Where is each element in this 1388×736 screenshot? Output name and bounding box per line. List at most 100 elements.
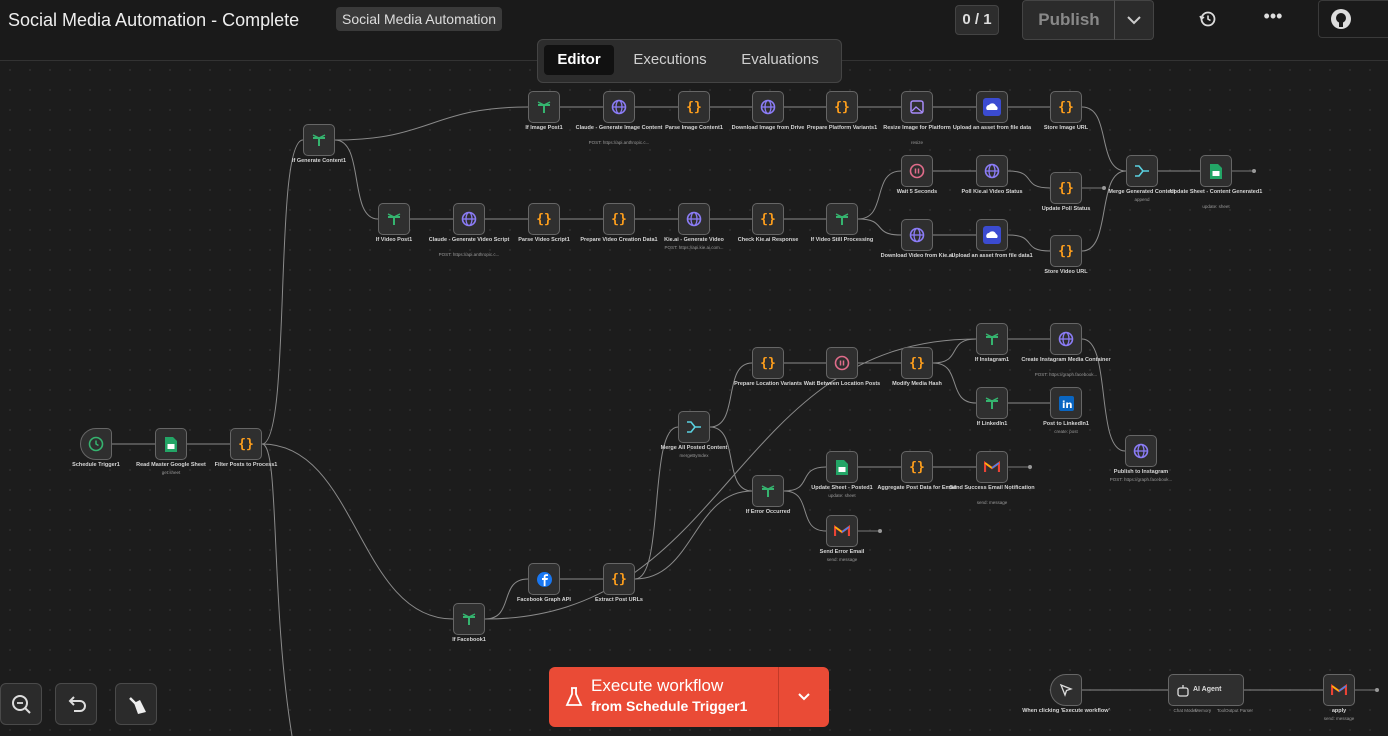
node-label: Create Instagram Media Container [1021, 357, 1111, 363]
node-manual-trigger[interactable] [1050, 674, 1082, 706]
undo-button[interactable] [55, 683, 97, 725]
node-store-video-url[interactable]: {} [1050, 235, 1082, 267]
node-if-error[interactable] [752, 475, 784, 507]
workflow-tag[interactable]: Social Media Automation [336, 7, 503, 31]
node-label: If Video Still Processing [810, 237, 874, 243]
node-subtitle: send: message [1323, 716, 1355, 721]
node-send-success[interactable] [976, 451, 1008, 483]
github-icon [1331, 9, 1351, 29]
if-icon [827, 204, 857, 234]
node-parse-video[interactable]: {} [528, 203, 560, 235]
http-icon [679, 204, 709, 234]
http-icon [454, 204, 484, 234]
node-subtitle: send: message [826, 557, 858, 562]
if-icon [753, 476, 783, 506]
node-label: When clicking 'Execute workflow' [1022, 708, 1110, 714]
node-update-sheet-generated[interactable] [1200, 155, 1232, 187]
node-claude-image[interactable] [603, 91, 635, 123]
node-upload-asset-1[interactable] [976, 91, 1008, 123]
node-merge-posted[interactable] [678, 411, 710, 443]
node-upload-asset-2[interactable] [976, 219, 1008, 251]
node-send-error[interactable] [826, 515, 858, 547]
node-if-video-processing[interactable] [826, 203, 858, 235]
node-apply[interactable] [1323, 674, 1355, 706]
node-wait-between[interactable] [826, 347, 858, 379]
node-download-image[interactable] [752, 91, 784, 123]
node-label: Store Video URL [1044, 269, 1088, 275]
http-icon [977, 156, 1007, 186]
node-resize-image[interactable] [901, 91, 933, 123]
node-label: Update Poll Status [1041, 206, 1091, 212]
node-subtitle: send: message [976, 500, 1008, 505]
node-prepare-platform[interactable]: {} [826, 91, 858, 123]
node-kie-generate[interactable] [678, 203, 710, 235]
node-if-video[interactable] [378, 203, 410, 235]
node-label: Poll Kie.ai Video Status [961, 189, 1023, 195]
version-counter[interactable]: 0 / 1 [955, 5, 999, 35]
node-extract-urls[interactable]: {} [603, 563, 635, 595]
http-icon [902, 220, 932, 250]
node-filter-posts[interactable]: {} [230, 428, 262, 460]
cloud-icon [977, 220, 1007, 250]
node-publish-instagram[interactable] [1125, 435, 1157, 467]
node-claude-video[interactable] [453, 203, 485, 235]
publish-button[interactable]: Publish [1022, 0, 1116, 40]
code-icon: {} [760, 355, 776, 371]
node-poll-kie[interactable] [976, 155, 1008, 187]
node-ai-agent[interactable]: AI Agent [1168, 674, 1244, 706]
node-if-generate[interactable] [303, 124, 335, 156]
code-icon: {} [1058, 180, 1074, 196]
more-options-icon[interactable]: ••• [1260, 7, 1286, 30]
node-store-image-url[interactable]: {} [1050, 91, 1082, 123]
node-if-facebook[interactable] [453, 603, 485, 635]
code-icon: {} [1058, 243, 1074, 259]
node-label: Post to LinkedIn1 [1043, 421, 1089, 427]
node-create-ig-container[interactable] [1050, 323, 1082, 355]
node-prepare-location[interactable]: {} [752, 347, 784, 379]
node-schedule-trigger[interactable] [80, 428, 112, 460]
node-update-posted[interactable] [826, 451, 858, 483]
node-subtitle: POST: https://graph.facebook... [1109, 477, 1173, 482]
node-check-kie[interactable]: {} [752, 203, 784, 235]
execute-dropdown-button[interactable] [779, 667, 829, 727]
execute-workflow-button[interactable]: Execute workflow from Schedule Trigger1 [549, 667, 829, 727]
sheet-icon [1201, 156, 1231, 186]
zoom-to-fit-button[interactable] [0, 683, 42, 725]
code-icon: {} [238, 436, 254, 452]
gmail-icon [1324, 675, 1354, 705]
tab-executions[interactable]: Executions [620, 45, 720, 75]
sheet-icon [827, 452, 857, 482]
workflow-title[interactable]: Social Media Automation - Complete [8, 10, 299, 31]
node-modify-hash[interactable]: {} [901, 347, 933, 379]
node-post-linkedin[interactable]: in [1050, 387, 1082, 419]
code-icon: {} [536, 211, 552, 227]
node-if-linkedin[interactable] [976, 387, 1008, 419]
node-subtitle: update: sheet [828, 493, 856, 498]
node-prepare-video[interactable]: {} [603, 203, 635, 235]
node-subtitle: mergeByIndex [679, 453, 709, 458]
wait-icon [902, 156, 932, 186]
node-read-sheet[interactable] [155, 428, 187, 460]
tidy-up-button[interactable] [115, 683, 157, 725]
github-button[interactable] [1318, 0, 1388, 38]
node-label: Update Sheet - Content Generated1 [1169, 189, 1263, 195]
publish-dropdown-button[interactable] [1114, 0, 1154, 40]
node-aggregate[interactable]: {} [901, 451, 933, 483]
node-update-poll[interactable]: {} [1050, 172, 1082, 204]
cursor-icon [1051, 675, 1081, 705]
gmail-icon [977, 452, 1007, 482]
tab-editor[interactable]: Editor [544, 45, 614, 75]
node-download-video[interactable] [901, 219, 933, 251]
node-label: Merge All Posted Content [660, 445, 728, 451]
tab-evaluations[interactable]: Evaluations [726, 45, 834, 75]
history-icon[interactable] [1196, 8, 1220, 30]
http-icon [1126, 436, 1156, 466]
node-if-image[interactable] [528, 91, 560, 123]
node-if-instagram[interactable] [976, 323, 1008, 355]
node-merge-generated[interactable] [1126, 155, 1158, 187]
node-facebook-api[interactable] [528, 563, 560, 595]
node-wait-5[interactable] [901, 155, 933, 187]
zoom-icon [12, 695, 31, 714]
node-label: Store Image URL [1043, 125, 1089, 131]
node-parse-image[interactable]: {} [678, 91, 710, 123]
